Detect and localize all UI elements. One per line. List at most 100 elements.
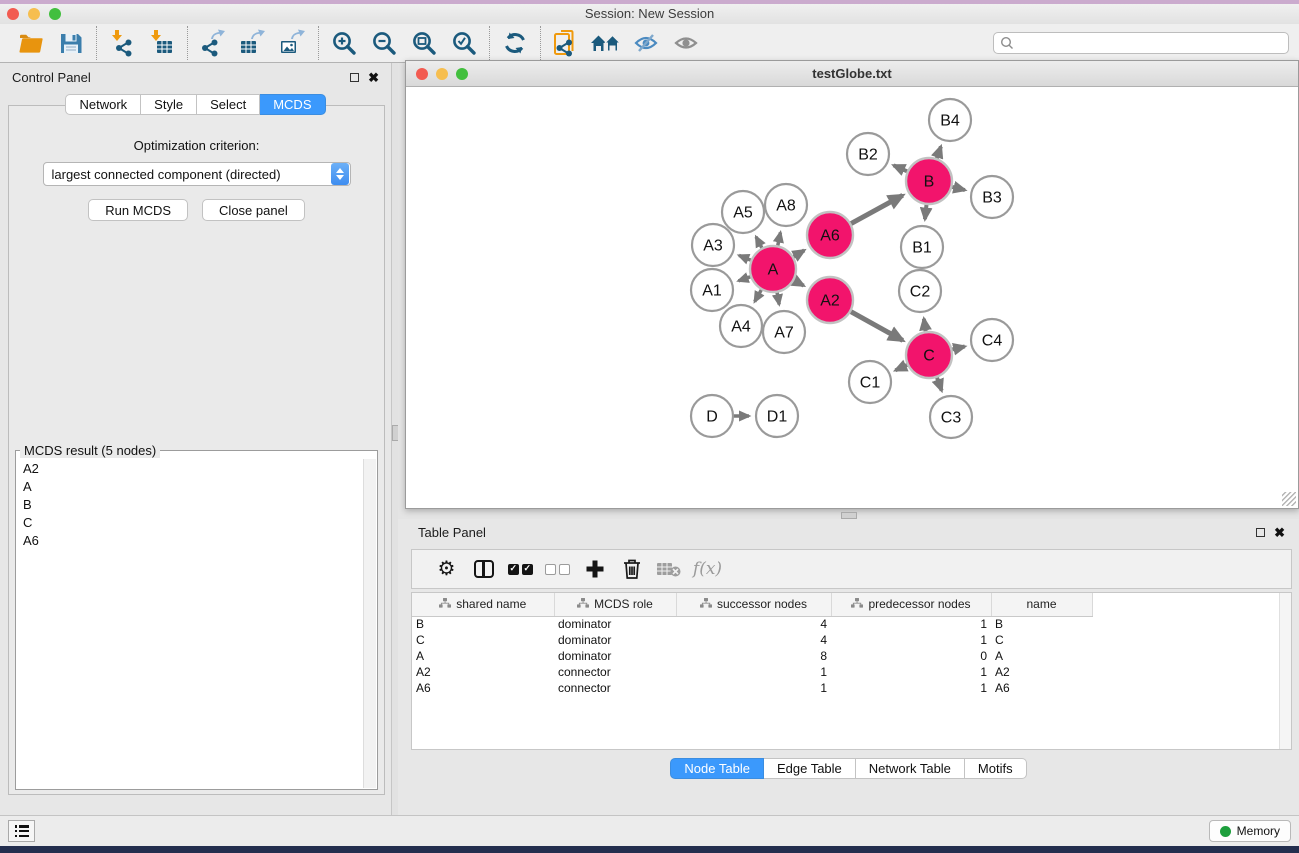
edge-C-C4[interactable] <box>952 346 964 349</box>
close-panel-button[interactable]: Close panel <box>202 199 305 221</box>
table-cell[interactable]: 1 <box>831 616 991 632</box>
node-C3[interactable]: C3 <box>930 396 972 438</box>
table-cell[interactable]: A2 <box>412 664 554 680</box>
table-cell[interactable]: 4 <box>676 616 831 632</box>
column-header-MCDS-role[interactable]: MCDS role <box>554 593 676 616</box>
export-table-icon[interactable] <box>233 27 273 59</box>
table-row[interactable]: A2connector11A2 <box>412 664 1092 680</box>
window-resize-grip[interactable] <box>1282 492 1296 506</box>
edge-A-A6[interactable] <box>794 250 805 256</box>
table-cell[interactable]: 1 <box>831 632 991 648</box>
edge-B-B2[interactable] <box>894 165 907 171</box>
tab-edge-table[interactable]: Edge Table <box>764 758 856 779</box>
network-close-button[interactable] <box>416 68 428 80</box>
result-scrollbar[interactable] <box>363 459 376 788</box>
add-column-icon[interactable] <box>576 552 613 586</box>
zoom-in-icon[interactable] <box>324 27 364 59</box>
tab-node-table[interactable]: Node Table <box>670 758 764 779</box>
deselect-all-icon[interactable] <box>539 552 576 586</box>
table-cell[interactable]: 0 <box>831 648 991 664</box>
table-cell[interactable]: dominator <box>554 616 676 632</box>
node-A4[interactable]: A4 <box>720 305 762 347</box>
node-C1[interactable]: C1 <box>849 361 891 403</box>
tab-motifs[interactable]: Motifs <box>965 758 1027 779</box>
zoom-selected-icon[interactable] <box>444 27 484 59</box>
horizontal-divider-grip[interactable] <box>841 512 857 519</box>
result-list-item[interactable]: A6 <box>17 531 363 549</box>
split-panel-icon[interactable] <box>465 552 502 586</box>
node-C[interactable]: C <box>906 332 952 378</box>
table-cell[interactable]: B <box>412 616 554 632</box>
select-all-icon[interactable] <box>502 552 539 586</box>
criterion-dropdown[interactable]: largest connected component (directed) <box>43 162 351 186</box>
edge-A-A4[interactable] <box>755 290 762 302</box>
refresh-layout-icon[interactable] <box>495 27 535 59</box>
node-A[interactable]: A <box>750 246 796 292</box>
tab-network[interactable]: Network <box>65 94 141 115</box>
node-C2[interactable]: C2 <box>899 270 941 312</box>
table-cell[interactable]: 8 <box>676 648 831 664</box>
show-all-icon[interactable] <box>666 27 706 59</box>
table-cell[interactable]: 1 <box>831 680 991 696</box>
table-cell[interactable]: connector <box>554 664 676 680</box>
column-header-name[interactable]: name <box>991 593 1092 616</box>
edge-C-C3[interactable] <box>937 378 942 391</box>
table-settings-icon[interactable]: ⚙ <box>428 552 465 586</box>
table-row[interactable]: Adominator80A <box>412 648 1092 664</box>
node-A5[interactable]: A5 <box>722 191 764 233</box>
edge-B-B3[interactable] <box>952 187 965 190</box>
result-list-item[interactable]: A2 <box>17 459 363 477</box>
hide-selected-icon[interactable] <box>626 27 666 59</box>
table-row[interactable]: Cdominator41C <box>412 632 1092 648</box>
node-A8[interactable]: A8 <box>765 184 807 226</box>
table-cell[interactable]: dominator <box>554 648 676 664</box>
edge-A6-B[interactable] <box>851 195 903 223</box>
export-image-icon[interactable] <box>273 27 313 59</box>
float-table-panel-icon[interactable] <box>1256 528 1265 537</box>
tab-mcds[interactable]: MCDS <box>260 94 325 115</box>
table-cell[interactable]: A <box>412 648 554 664</box>
node-A1[interactable]: A1 <box>691 269 733 311</box>
table-cell[interactable]: 4 <box>676 632 831 648</box>
result-list-item[interactable]: C <box>17 513 363 531</box>
node-A6[interactable]: A6 <box>807 212 853 258</box>
column-header-successor-nodes[interactable]: successor nodes <box>676 593 831 616</box>
network-canvas[interactable]: B4B2BB3B1C2A5A8A3AA1A6A2A4A7CC4C1C3DD1 <box>406 87 1298 507</box>
table-cell[interactable]: 1 <box>831 664 991 680</box>
node-B4[interactable]: B4 <box>929 99 971 141</box>
node-C4[interactable]: C4 <box>971 319 1013 361</box>
edge-B-B4[interactable] <box>937 146 941 158</box>
table-cell[interactable]: connector <box>554 680 676 696</box>
table-cell[interactable]: 1 <box>676 680 831 696</box>
search-input[interactable] <box>993 32 1289 54</box>
table-cell[interactable]: B <box>991 616 1092 632</box>
tab-network-table[interactable]: Network Table <box>856 758 965 779</box>
table-cell[interactable]: 1 <box>676 664 831 680</box>
edge-A-A1[interactable] <box>738 277 750 281</box>
panel-divider[interactable] <box>391 63 398 815</box>
maximize-window-button[interactable] <box>49 8 61 20</box>
node-B[interactable]: B <box>906 158 952 204</box>
edge-A2-C[interactable] <box>851 312 903 341</box>
table-cell[interactable]: C <box>991 632 1092 648</box>
table-scrollbar[interactable] <box>1279 593 1291 749</box>
memory-button[interactable]: Memory <box>1209 820 1291 842</box>
task-history-button[interactable] <box>8 820 35 842</box>
zoom-fit-icon[interactable] <box>404 27 444 59</box>
float-panel-icon[interactable] <box>350 73 359 82</box>
zoom-out-icon[interactable] <box>364 27 404 59</box>
delete-column-icon[interactable] <box>613 552 650 586</box>
node-A2[interactable]: A2 <box>807 277 853 323</box>
edge-A-A2[interactable] <box>794 280 804 285</box>
network-minimize-button[interactable] <box>436 68 448 80</box>
table-cell[interactable]: C <box>412 632 554 648</box>
network-maximize-button[interactable] <box>456 68 468 80</box>
table-row[interactable]: A6connector11A6 <box>412 680 1092 696</box>
table-row[interactable]: Bdominator41B <box>412 616 1092 632</box>
node-B1[interactable]: B1 <box>901 226 943 268</box>
node-A3[interactable]: A3 <box>692 224 734 266</box>
run-mcds-button[interactable]: Run MCDS <box>88 199 188 221</box>
node-A7[interactable]: A7 <box>763 311 805 353</box>
close-panel-icon[interactable]: ✖ <box>368 71 379 84</box>
node-B3[interactable]: B3 <box>971 176 1013 218</box>
